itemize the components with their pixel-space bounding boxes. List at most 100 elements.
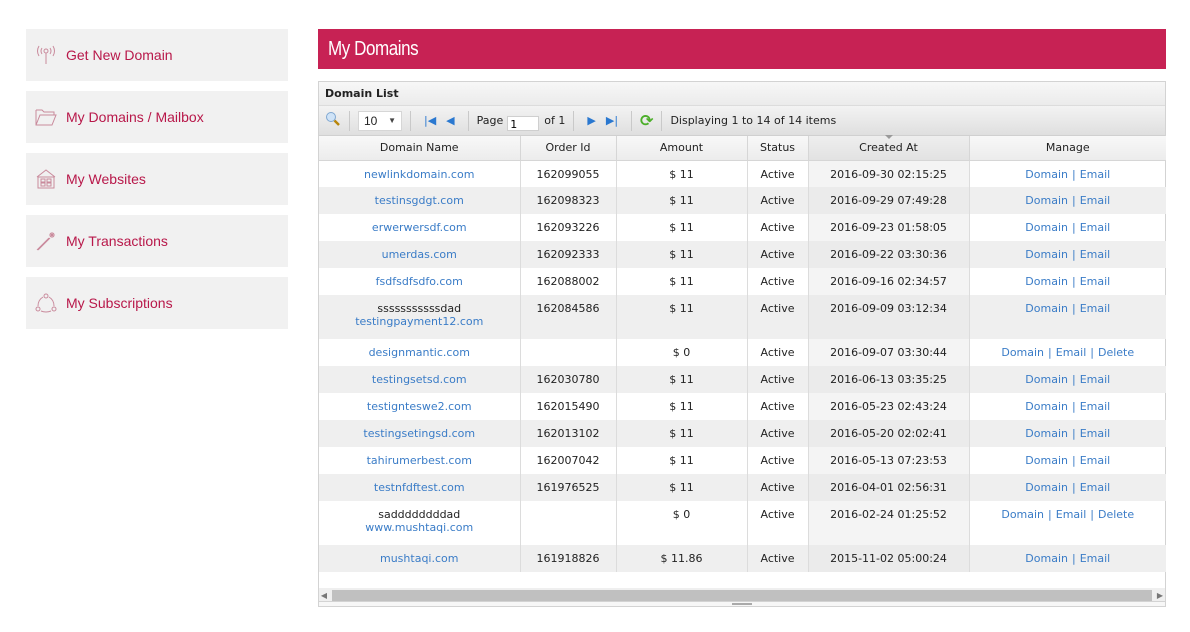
domain-link[interactable]: fsdfsdfsdfo.com	[376, 275, 463, 288]
action-separator: |	[1071, 481, 1076, 494]
domain-link[interactable]: www.mushtaqi.com	[365, 521, 473, 534]
cell-amount: $ 11	[616, 366, 748, 393]
column-header-status[interactable]: Status	[747, 136, 809, 161]
email-link[interactable]: Email	[1080, 552, 1111, 565]
email-link[interactable]: Email	[1056, 508, 1087, 521]
column-header-domain-name[interactable]: Domain Name	[319, 136, 521, 161]
cell-manage: Domain | Email	[969, 187, 1166, 214]
email-link[interactable]: Email	[1080, 168, 1111, 181]
cell-created-at: 2016-09-22 03:30:36	[808, 241, 970, 268]
scroll-left-icon[interactable]: ◀	[319, 591, 329, 600]
scrollbar-thumb[interactable]	[332, 589, 1152, 602]
cell-order-id: 161976525	[520, 474, 617, 501]
email-link[interactable]: Email	[1056, 346, 1087, 359]
refresh-icon[interactable]: ⟳	[640, 111, 653, 130]
divider	[631, 110, 633, 131]
email-link[interactable]: Email	[1080, 275, 1111, 288]
domain-link[interactable]: Domain	[1025, 221, 1068, 234]
cell-created-at: 2016-09-16 02:34:57	[808, 268, 970, 295]
domain-link[interactable]: Domain	[1001, 508, 1044, 521]
domain-link[interactable]: Domain	[1025, 194, 1068, 207]
folder-icon	[34, 105, 58, 129]
email-link[interactable]: Email	[1080, 248, 1111, 261]
cell-created-at: 2016-05-23 02:43:24	[808, 393, 970, 420]
cell-order-id	[520, 501, 617, 545]
cell-created-at: 2016-09-07 03:30:44	[808, 339, 970, 366]
cell-created-at: 2016-09-30 02:15:25	[808, 160, 970, 187]
scroll-right-icon[interactable]: ▶	[1155, 591, 1165, 600]
email-link[interactable]: Email	[1080, 221, 1111, 234]
sidebar-item-get-new-domain[interactable]: Get New Domain	[26, 29, 288, 81]
domain-link[interactable]: testingsetsd.com	[372, 373, 467, 386]
page-number-input[interactable]	[507, 116, 540, 131]
email-link[interactable]: Email	[1080, 481, 1111, 494]
domain-link[interactable]: Domain	[1001, 346, 1044, 359]
domain-link[interactable]: Domain	[1025, 373, 1068, 386]
email-link[interactable]: Email	[1080, 373, 1111, 386]
email-link[interactable]: Email	[1080, 454, 1111, 467]
domain-link[interactable]: erwerwersdf.com	[372, 221, 467, 234]
next-page-icon[interactable]: ▶	[587, 114, 595, 127]
domain-link[interactable]: umerdas.com	[382, 248, 457, 261]
email-link[interactable]: Email	[1080, 400, 1111, 413]
domain-link[interactable]: newlinkdomain.com	[364, 168, 474, 181]
email-link[interactable]: Email	[1080, 427, 1111, 440]
sidebar-item-my-domains[interactable]: My Domains / Mailbox	[26, 91, 288, 143]
page-title: My Domains	[328, 37, 419, 60]
page-size-select[interactable]: 10 ▼	[358, 110, 402, 131]
action-separator: |	[1071, 454, 1076, 467]
divider	[661, 110, 663, 131]
last-page-icon[interactable]: ▶|	[606, 114, 618, 127]
domain-link[interactable]: mushtaqi.com	[380, 552, 458, 565]
domain-link[interactable]: designmantic.com	[369, 346, 470, 359]
domain-link[interactable]: Domain	[1025, 248, 1068, 261]
domain-link[interactable]: Domain	[1025, 302, 1068, 315]
cell-manage: Domain | Email | Delete	[969, 339, 1166, 366]
domain-link[interactable]: Domain	[1025, 275, 1068, 288]
grid-title: Domain List	[319, 82, 1165, 106]
column-header-order-id[interactable]: Order Id	[520, 136, 617, 161]
domain-table: Domain Name Order Id Amount Status Creat…	[319, 135, 1166, 572]
delete-link[interactable]: Delete	[1098, 346, 1134, 359]
cell-created-at: 2016-09-09 03:12:34	[808, 295, 970, 339]
cell-created-at: 2016-04-01 02:56:31	[808, 474, 970, 501]
first-page-icon[interactable]: |◀	[424, 114, 436, 127]
sidebar-item-label: My Transactions	[66, 233, 168, 249]
domain-link[interactable]: Domain	[1025, 168, 1068, 181]
action-separator: |	[1071, 221, 1076, 234]
registrant-name: saddddddddad	[378, 508, 461, 521]
domain-link[interactable]: testignteswe2.com	[367, 400, 472, 413]
table-row: saddddddddad www.mushtaqi.com $ 0 Active 201…	[319, 501, 1166, 545]
cell-created-at: 2016-09-23 01:58:05	[808, 214, 970, 241]
domain-link[interactable]: testnfdftest.com	[374, 481, 465, 494]
domain-link[interactable]: Domain	[1025, 400, 1068, 413]
email-link[interactable]: Email	[1080, 302, 1111, 315]
domain-link[interactable]: testingpayment12.com	[355, 315, 483, 328]
prev-page-icon[interactable]: ◀	[446, 114, 454, 127]
search-icon[interactable]	[325, 111, 341, 130]
sidebar-item-my-websites[interactable]: My Websites	[26, 153, 288, 205]
table-row: testignteswe2.com 162015490 $ 11 Active 2016…	[319, 393, 1166, 420]
cell-amount: $ 11	[616, 187, 748, 214]
delete-link[interactable]: Delete	[1098, 508, 1134, 521]
domain-link[interactable]: testinsgdgt.com	[375, 194, 464, 207]
cell-order-id: 162084586	[520, 295, 617, 339]
domain-link[interactable]: Domain	[1025, 454, 1068, 467]
domain-link[interactable]: Domain	[1025, 481, 1068, 494]
column-header-created-at[interactable]: Created At	[808, 135, 970, 161]
cell-status: Active	[747, 187, 809, 214]
cell-amount: $ 11	[616, 474, 748, 501]
cell-order-id: 162015490	[520, 393, 617, 420]
column-header-manage[interactable]: Manage	[969, 136, 1166, 161]
column-header-amount[interactable]: Amount	[616, 136, 748, 161]
domain-link[interactable]: Domain	[1025, 552, 1068, 565]
sidebar-item-my-subscriptions[interactable]: My Subscriptions	[26, 277, 288, 329]
email-link[interactable]: Email	[1080, 194, 1111, 207]
cell-status: Active	[747, 214, 809, 241]
domain-link[interactable]: Domain	[1025, 427, 1068, 440]
domain-link[interactable]: testingsetingsd.com	[363, 427, 475, 440]
sidebar-item-my-transactions[interactable]: My Transactions	[26, 215, 288, 267]
domain-link[interactable]: tahirumerbest.com	[367, 454, 472, 467]
grid-resize-handle[interactable]	[319, 601, 1165, 606]
table-row: testingsetingsd.com 162013102 $ 11 Active 20…	[319, 420, 1166, 447]
